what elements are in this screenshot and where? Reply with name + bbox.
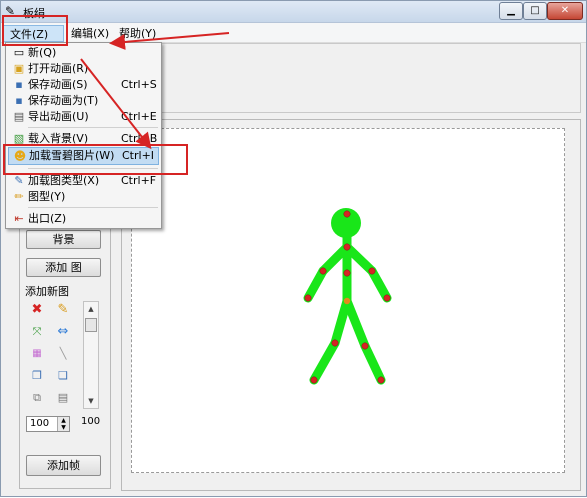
export-film-icon: ▤ — [13, 110, 25, 123]
menu-item-exit[interactable]: ⇤ 出口(Z) — [8, 211, 159, 227]
menu-item-save[interactable]: ▪ 保存动画(S) Ctrl+S — [8, 77, 159, 93]
scale-icon[interactable]: ⤧ — [29, 324, 45, 340]
menu-item-save-as[interactable]: ▪ 保存动画为(T) — [8, 93, 159, 109]
menu-item-new[interactable]: ▭ 新(Q) — [8, 45, 159, 61]
background-button[interactable]: 背景 — [26, 230, 101, 249]
save-as-icon: ▪ — [15, 94, 23, 107]
exit-icon: ⇤ — [14, 212, 24, 225]
scroll-down-icon[interactable]: ▼ — [84, 394, 98, 408]
menu-item-open[interactable]: ▣ 打开动画(R) — [8, 61, 159, 77]
add-new-figure-label: 添加新图 — [25, 285, 69, 298]
menu-edit[interactable]: 编辑(X) — [65, 25, 115, 42]
new-file-icon: ▭ — [13, 46, 25, 59]
copy-icon[interactable]: ❐ — [29, 368, 45, 384]
menu-item-export[interactable]: ▤ 导出动画(U) Ctrl+E — [8, 109, 159, 125]
close-button[interactable]: ✕ — [547, 2, 583, 20]
clipboard-icon[interactable]: ▤ — [55, 390, 71, 406]
pencil-icon: ✏ — [14, 190, 24, 203]
spin-arrows-icon[interactable]: ▲ ▼ — [57, 417, 69, 431]
spin-max-label: 100 — [81, 416, 101, 427]
menu-separator — [28, 207, 158, 208]
annotation-box-file-menu — [2, 15, 68, 46]
file-menu-dropdown: ▭ 新(Q) ▣ 打开动画(R) ▪ 保存动画(S) Ctrl+S ▪ 保存动画… — [5, 42, 162, 229]
menu-item-figure-builder[interactable]: ✏ 图型(Y) — [8, 189, 159, 205]
size-spinbox[interactable]: 100 ▲ ▼ — [26, 416, 70, 432]
drawing-canvas[interactable] — [131, 128, 565, 473]
title-bar: ✎ 板绢 ▁ □ ✕ — [1, 1, 586, 23]
add-figure-button[interactable]: 添加 图 — [26, 258, 101, 277]
pencil-icon[interactable]: ✎ — [55, 302, 71, 318]
open-folder-icon: ▣ — [13, 62, 25, 75]
color-icon[interactable]: ▦ — [29, 346, 45, 362]
timeline-area — [121, 43, 581, 113]
scroll-up-icon[interactable]: ▲ — [84, 302, 98, 316]
app-window: ✎ 板绢 ▁ □ ✕ 文件(Z) 编辑(X) 帮助(Y) 背景 添加 图 添加新… — [0, 0, 587, 497]
slider-thumb[interactable] — [85, 318, 97, 332]
annotation-box-sprite-item — [3, 144, 188, 175]
menu-bar: 文件(Z) 编辑(X) 帮助(Y) — [1, 23, 586, 43]
menu-item-load-figure-type[interactable]: ✎ 加载图类型(X) Ctrl+F — [8, 173, 159, 189]
save-icon: ▪ — [15, 78, 23, 91]
line-icon[interactable]: ╲ — [55, 346, 71, 362]
size-slider[interactable]: ▲ ▼ — [83, 301, 99, 409]
figure-type-icon: ✎ — [14, 174, 24, 187]
menu-separator — [28, 127, 158, 128]
menu-help[interactable]: 帮助(Y) — [113, 25, 162, 42]
add-frame-button[interactable]: 添加帧 — [26, 455, 101, 476]
layer-icon[interactable]: ⧉ — [29, 390, 45, 406]
flip-icon[interactable]: ⇔ — [55, 324, 71, 340]
maximize-button[interactable]: □ — [523, 2, 547, 20]
minimize-button[interactable]: ▁ — [499, 2, 523, 20]
delete-icon[interactable]: ✖ — [29, 302, 45, 318]
paste-icon[interactable]: ❏ — [55, 368, 71, 384]
spin-value: 100 — [30, 418, 50, 429]
